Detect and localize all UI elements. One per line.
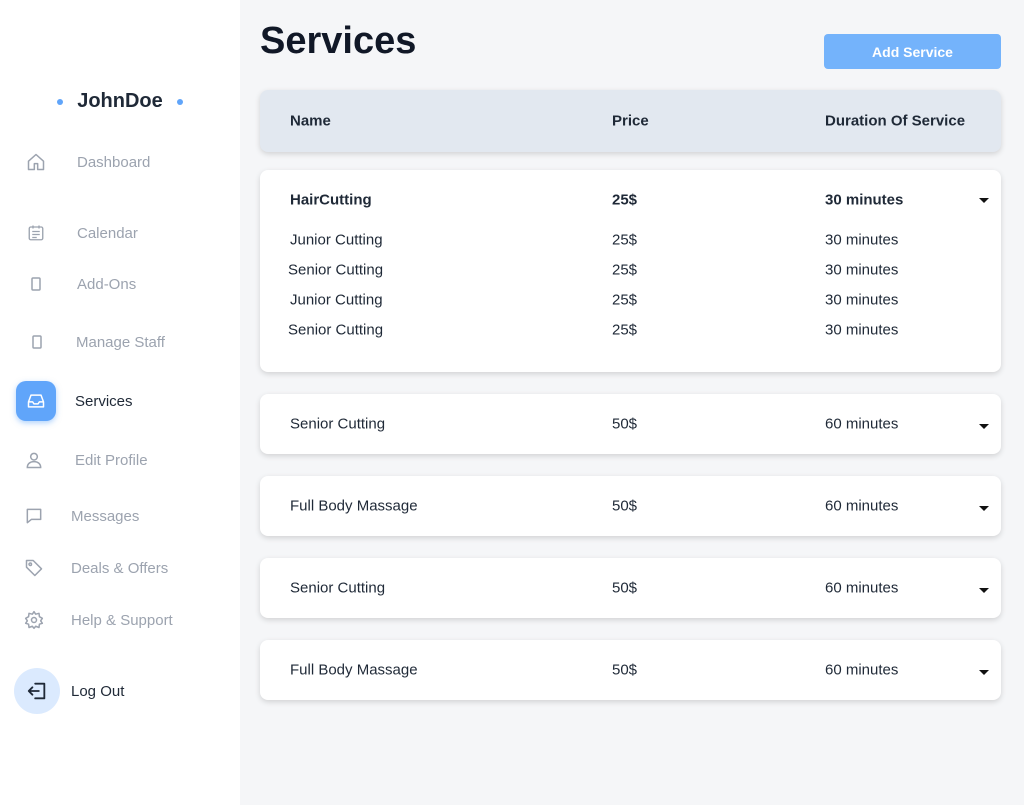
service-price: 25$ xyxy=(612,191,638,209)
service-group-row[interactable]: HairCutting 25$ 30 minutes xyxy=(260,188,1001,212)
service-group-card[interactable]: Full Body Massage 50$ 60 minutes xyxy=(260,640,1001,700)
sidebar-item-help-support[interactable]: Help & Support xyxy=(0,600,240,640)
inbox-icon xyxy=(16,381,56,421)
gear-icon xyxy=(14,600,54,640)
service-price: 50$ xyxy=(612,497,638,515)
sidebar-item-label: Manage Staff xyxy=(76,333,165,351)
service-price: 25$ xyxy=(612,261,638,279)
sidebar-item-dashboard[interactable]: Dashboard xyxy=(0,142,240,182)
service-group-row[interactable]: Senior Cutting 50$ 60 minutes xyxy=(260,412,1001,436)
user-icon xyxy=(14,440,54,480)
caret-down-icon[interactable] xyxy=(979,198,989,203)
service-duration: 60 minutes xyxy=(825,497,899,515)
sidebar-item-label: Log Out xyxy=(71,682,125,700)
sidebar: JohnDoe Dashboard Calendar Add-Ons Manag… xyxy=(0,0,240,805)
sub-service-row: Junior Cutting 25$ 30 minutes xyxy=(260,288,1001,312)
service-name: HairCutting xyxy=(290,191,372,209)
brand-dot-right xyxy=(176,98,183,105)
service-group-row[interactable]: Senior Cutting 50$ 60 minutes xyxy=(260,576,1001,600)
service-name: Senior Cutting xyxy=(288,321,384,339)
rectangle-icon xyxy=(16,264,56,304)
service-name: Full Body Massage xyxy=(290,497,418,515)
tag-icon xyxy=(14,548,54,588)
sidebar-item-label: Edit Profile xyxy=(75,451,148,469)
sidebar-item-messages[interactable]: Messages xyxy=(0,496,240,536)
sidebar-item-add-ons[interactable]: Add-Ons xyxy=(0,264,240,304)
sub-service-row: Junior Cutting 25$ 30 minutes xyxy=(260,228,1001,252)
service-duration: 30 minutes xyxy=(825,291,899,309)
caret-down-icon[interactable] xyxy=(979,506,989,511)
service-duration: 30 minutes xyxy=(825,261,899,279)
service-group-row[interactable]: Full Body Massage 50$ 60 minutes xyxy=(260,658,1001,682)
service-duration: 30 minutes xyxy=(825,191,904,209)
rectangle-icon xyxy=(17,322,57,362)
service-price: 25$ xyxy=(612,321,638,339)
message-icon xyxy=(14,496,54,536)
caret-down-icon[interactable] xyxy=(979,588,989,593)
sidebar-item-label: Services xyxy=(75,392,133,410)
service-group-card[interactable]: Senior Cutting 50$ 60 minutes xyxy=(260,558,1001,618)
sidebar-item-label: Dashboard xyxy=(77,153,151,171)
calendar-icon xyxy=(16,213,56,253)
service-group-card: HairCutting 25$ 30 minutes Junior Cuttin… xyxy=(260,170,1001,372)
service-name: Senior Cutting xyxy=(290,579,386,597)
brand-dot-left xyxy=(57,98,64,105)
service-price: 50$ xyxy=(612,415,638,433)
service-price: 50$ xyxy=(612,579,638,597)
service-name: Junior Cutting xyxy=(290,231,383,249)
home-icon xyxy=(16,142,56,182)
sidebar-item-label: Add-Ons xyxy=(77,275,137,293)
header-price: Price xyxy=(612,112,649,130)
sidebar-item-calendar[interactable]: Calendar xyxy=(0,213,240,253)
logout-button[interactable]: Log Out xyxy=(0,668,240,714)
sub-service-row: Senior Cutting 25$ 30 minutes xyxy=(260,258,1001,282)
sidebar-item-services[interactable]: Services xyxy=(0,381,240,421)
service-name: Senior Cutting xyxy=(290,415,386,433)
caret-down-icon[interactable] xyxy=(979,424,989,429)
caret-down-icon[interactable] xyxy=(979,670,989,675)
header-name: Name xyxy=(290,112,331,130)
sidebar-item-label: Messages xyxy=(71,507,140,525)
sub-service-row: Senior Cutting 25$ 30 minutes xyxy=(260,318,1001,342)
service-duration: 60 minutes xyxy=(825,415,899,433)
page-title: Services xyxy=(260,20,417,62)
add-service-button[interactable]: Add Service xyxy=(824,34,1001,69)
service-name: Full Body Massage xyxy=(290,661,418,679)
service-group-row[interactable]: Full Body Massage 50$ 60 minutes xyxy=(260,494,1001,518)
service-duration: 30 minutes xyxy=(825,231,899,249)
sidebar-item-deals-offers[interactable]: Deals & Offers xyxy=(0,548,240,588)
sidebar-item-label: Help & Support xyxy=(71,611,173,629)
service-group-card[interactable]: Full Body Massage 50$ 60 minutes xyxy=(260,476,1001,536)
table-header: Name Price Duration Of Service xyxy=(260,90,1001,152)
header-duration: Duration Of Service xyxy=(825,112,966,130)
sidebar-item-label: Calendar xyxy=(77,224,138,242)
service-price: 50$ xyxy=(612,661,638,679)
sidebar-item-edit-profile[interactable]: Edit Profile xyxy=(0,440,240,480)
brand-name: JohnDoe xyxy=(77,90,163,112)
service-name: Junior Cutting xyxy=(290,291,383,309)
service-price: 25$ xyxy=(612,291,638,309)
sidebar-item-manage-staff[interactable]: Manage Staff xyxy=(0,322,240,362)
service-group-card[interactable]: Senior Cutting 50$ 60 minutes xyxy=(260,394,1001,454)
service-price: 25$ xyxy=(612,231,638,249)
sidebar-item-label: Deals & Offers xyxy=(71,559,169,577)
service-duration: 60 minutes xyxy=(825,661,899,679)
service-duration: 30 minutes xyxy=(825,321,899,339)
logout-icon xyxy=(14,668,60,714)
service-name: Senior Cutting xyxy=(288,261,384,279)
service-duration: 60 minutes xyxy=(825,579,899,597)
brand: JohnDoe xyxy=(0,90,240,113)
